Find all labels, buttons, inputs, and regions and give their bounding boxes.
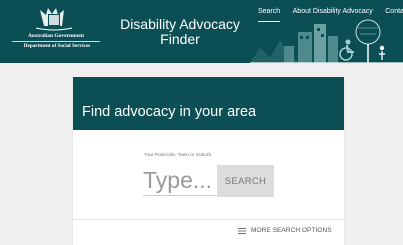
search-button[interactable]: SEARCH [217,165,274,197]
more-search-options-label: MORE SEARCH OPTIONS [251,227,332,234]
main-nav: Search About Disability Advocacy Contact [258,0,403,22]
list-icon [238,227,246,234]
logo-divider [12,41,100,42]
search-card-header: Find advocacy in your area [73,77,344,130]
site-header: Australian Government Department of Soci… [0,0,403,63]
card-divider [73,219,344,220]
coat-of-arms-icon [35,8,73,31]
postcode-label: Your Postcode, Town or Suburb [144,153,212,158]
search-heading: Find advocacy in your area [82,104,257,120]
site-title[interactable]: Disability Advocacy Finder [116,17,244,47]
department-name: Department of Social Services [23,43,91,49]
search-card: Find advocacy in your area Your Postcode… [73,77,344,245]
postcode-input[interactable] [143,165,216,196]
more-search-options-button[interactable]: MORE SEARCH OPTIONS [238,227,332,234]
government-name: Australian Government [27,33,85,39]
city-skyline-illustration [250,19,403,63]
